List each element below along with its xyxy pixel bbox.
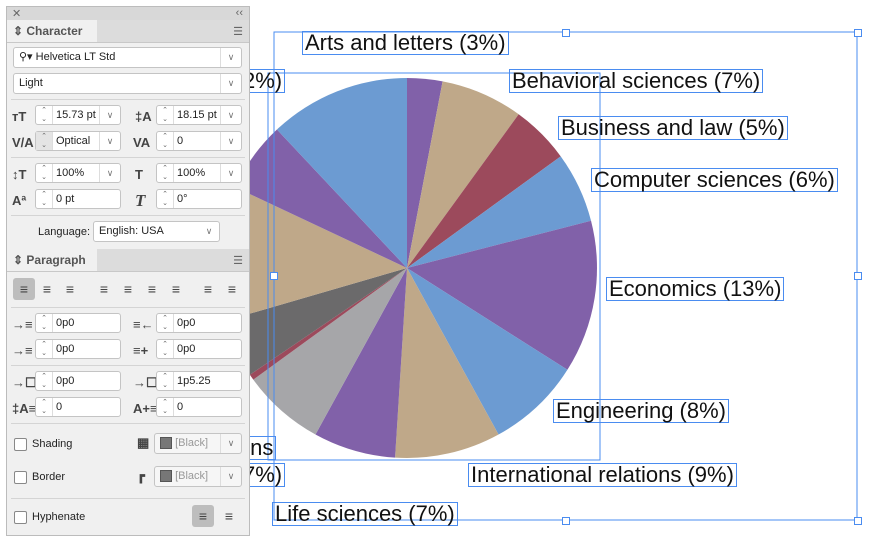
color-swatch bbox=[160, 437, 172, 450]
shading-checkbox[interactable] bbox=[14, 438, 27, 451]
justify-center-icon[interactable]: ≡ bbox=[117, 278, 139, 300]
vertical-scale-icon: ↕T bbox=[12, 167, 27, 182]
label-business[interactable]: Business and law (5%) bbox=[558, 116, 788, 140]
border-label: Border bbox=[32, 471, 66, 483]
drop-cap-chars-field[interactable]: ⌃ ⌄ 0 bbox=[156, 397, 242, 417]
panel-menu-icon[interactable]: ☰ bbox=[233, 25, 243, 38]
tracking-icon: VA bbox=[133, 135, 151, 150]
font-size-icon: тT bbox=[12, 109, 27, 124]
color-swatch bbox=[160, 470, 172, 483]
search-icon: ⚲▾ bbox=[19, 51, 36, 63]
panel-menu-icon[interactable]: ☰ bbox=[233, 254, 243, 267]
label-international[interactable]: International relations (9%) bbox=[468, 463, 737, 487]
label-economics[interactable]: Economics (13%) bbox=[606, 277, 785, 301]
chevron-down-icon: ∨ bbox=[220, 48, 241, 67]
label-life[interactable]: Life sciences (7%) bbox=[272, 502, 458, 526]
space-after-field[interactable]: ⌃ ⌄ 1p5.25 bbox=[156, 371, 242, 391]
tracking-field[interactable]: ⌃ ⌄ 0 ∨ bbox=[156, 131, 242, 151]
horizontal-scale-icon: T bbox=[135, 167, 143, 182]
border-checkbox[interactable] bbox=[14, 471, 27, 484]
align-right-icon[interactable]: ≡ bbox=[59, 278, 81, 300]
border-color-select[interactable]: [Black] ∨ bbox=[154, 466, 242, 487]
justify-left-icon[interactable]: ≡ bbox=[93, 278, 115, 300]
space-after-icon: →☐ bbox=[133, 375, 158, 390]
border-icon: ┏ bbox=[137, 468, 145, 483]
character-paragraph-panel: ✕ ‹‹ ⇕ Character ☰ ⚲▾ Helvetica LT Std ∨ Li… bbox=[6, 6, 250, 536]
left-indent-field[interactable]: ⌃ ⌄ 0p0 bbox=[35, 313, 121, 333]
balance-lines-icon[interactable]: ≡ bbox=[192, 505, 214, 527]
kerning-icon: V/A bbox=[12, 135, 34, 150]
drop-cap-lines-field[interactable]: ⌃ ⌄ 0 bbox=[35, 397, 121, 417]
label-computer[interactable]: Computer sciences (6%) bbox=[591, 168, 838, 192]
chevron-down-icon: ∨ bbox=[220, 74, 241, 93]
right-indent-icon: ≡← bbox=[133, 317, 154, 332]
alignment-buttons: ≡ ≡ ≡ ≡ ≡ ≡ ≡ ≡ ≡ bbox=[13, 278, 243, 302]
align-left-icon[interactable]: ≡ bbox=[13, 278, 35, 300]
skew-field[interactable]: ⌃ ⌄ 0° bbox=[156, 189, 242, 209]
leading-icon: ‡A bbox=[135, 109, 152, 124]
last-line-indent-icon: ≡+ bbox=[133, 343, 149, 358]
shading-color-select[interactable]: [Black] ∨ bbox=[154, 433, 242, 454]
leading-field[interactable]: ⌃ ⌄ 18.15 pt ∨ bbox=[156, 105, 242, 125]
justify-all-icon[interactable]: ≡ bbox=[165, 278, 187, 300]
close-icon[interactable]: ✕ bbox=[12, 7, 21, 20]
frame-handle[interactable] bbox=[854, 272, 862, 280]
hyphenate-label: Hyphenate bbox=[32, 511, 86, 523]
align-away-spine-icon[interactable]: ≡ bbox=[221, 278, 243, 300]
tab-arrows-icon: ⇕ bbox=[13, 24, 27, 38]
last-line-indent-field[interactable]: ⌃ ⌄ 0p0 bbox=[156, 339, 242, 359]
right-indent-field[interactable]: ⌃ ⌄ 0p0 bbox=[156, 313, 242, 333]
font-style-select[interactable]: Light ∨ bbox=[13, 73, 242, 94]
tab-arrows-icon: ⇕ bbox=[13, 253, 27, 267]
skew-icon: T bbox=[135, 191, 146, 210]
align-toward-spine-icon[interactable]: ≡ bbox=[197, 278, 219, 300]
language-label: Language: bbox=[38, 226, 90, 238]
chevron-down-icon: ∨ bbox=[220, 434, 241, 453]
left-indent-icon: →≡ bbox=[12, 317, 33, 332]
space-before-icon: →☐ bbox=[12, 375, 37, 390]
font-family-select[interactable]: ⚲▾ Helvetica LT Std ∨ bbox=[13, 47, 242, 68]
label-engineering[interactable]: Engineering (8%) bbox=[553, 399, 729, 423]
frame-handle[interactable] bbox=[854, 29, 862, 37]
label-behavioral[interactable]: Behavioral sciences (7%) bbox=[509, 69, 764, 93]
first-line-indent-icon: →≡ bbox=[12, 343, 33, 358]
span-columns-icon[interactable]: ≡ bbox=[218, 505, 240, 527]
collapse-icon[interactable]: ‹‹ bbox=[236, 7, 243, 19]
baseline-shift-field[interactable]: ⌃ ⌄ 0 pt bbox=[35, 189, 121, 209]
drop-cap-chars-icon: A+≡ bbox=[133, 401, 158, 416]
tab-character[interactable]: ⇕ Character bbox=[7, 20, 97, 42]
baseline-shift-icon: Aª bbox=[12, 193, 27, 208]
chevron-down-icon: ∨ bbox=[220, 467, 241, 486]
horizontal-scale-field[interactable]: ⌃ ⌄ 100% ∨ bbox=[156, 163, 242, 183]
justify-right-icon[interactable]: ≡ bbox=[141, 278, 163, 300]
vertical-scale-field[interactable]: ⌃ ⌄ 100% ∨ bbox=[35, 163, 121, 183]
tab-paragraph[interactable]: ⇕ Paragraph bbox=[7, 249, 97, 271]
first-line-indent-field[interactable]: ⌃ ⌄ 0p0 bbox=[35, 339, 121, 359]
hyphenate-checkbox[interactable] bbox=[14, 511, 27, 524]
font-size-field[interactable]: ⌃ ⌄ 15.73 pt ∨ bbox=[35, 105, 121, 125]
shading-label: Shading bbox=[32, 438, 73, 450]
language-select[interactable]: English: USA ∨ bbox=[93, 221, 220, 242]
frame-handle[interactable] bbox=[854, 517, 862, 525]
space-before-field[interactable]: ⌃ ⌄ 0p0 bbox=[35, 371, 121, 391]
kerning-field[interactable]: ⌃ ⌄ Optical ∨ bbox=[35, 131, 121, 151]
drop-cap-lines-icon: ‡A≡ bbox=[12, 401, 37, 416]
frame-handle[interactable] bbox=[270, 272, 278, 280]
shading-swatch-icon: ▦ bbox=[137, 435, 150, 450]
frame-handle[interactable] bbox=[562, 517, 570, 525]
align-center-icon[interactable]: ≡ bbox=[36, 278, 58, 300]
label-arts[interactable]: Arts and letters (3%) bbox=[302, 31, 509, 55]
chevron-down-icon: ∨ bbox=[205, 226, 213, 236]
frame-handle[interactable] bbox=[562, 29, 570, 37]
